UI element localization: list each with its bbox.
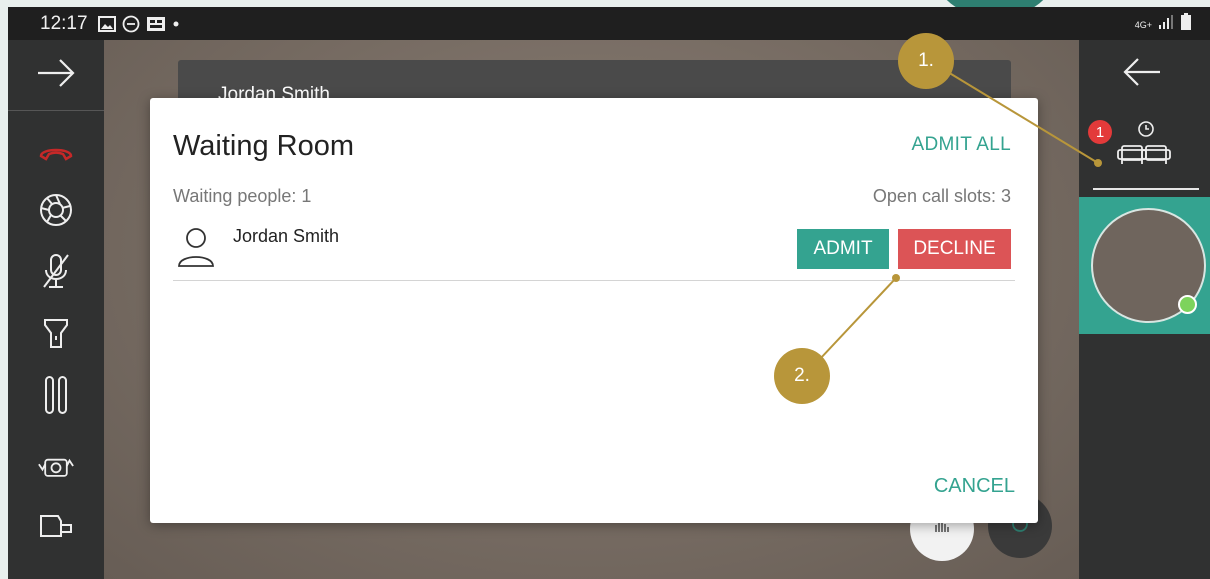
pause-icon[interactable] <box>38 376 74 414</box>
person-icon <box>177 226 215 273</box>
callout-1: 1. <box>898 33 954 89</box>
notification-icon <box>146 16 166 32</box>
mic-off-icon[interactable] <box>38 253 74 289</box>
self-view-tile[interactable] <box>1079 197 1210 334</box>
waiting-people-count: Waiting people: 1 <box>173 186 312 206</box>
dot-icon <box>172 20 180 28</box>
admit-all-button[interactable]: ADMIT ALL <box>912 134 1012 156</box>
battery-icon <box>1180 13 1192 37</box>
panel-divider <box>1093 188 1199 190</box>
device-screen: 12:17 4G+ Jordan Smith 1 Waiting Room AD… <box>8 7 1210 579</box>
shutter-icon[interactable] <box>38 192 74 228</box>
image-icon <box>97 15 116 32</box>
admit-button[interactable]: ADMIT <box>797 229 889 269</box>
status-bar: 12:17 4G+ <box>8 7 1210 40</box>
4g-icon: 4G+ <box>1134 19 1152 30</box>
video-camera-icon[interactable] <box>38 508 74 544</box>
waiting-person-row: Jordan Smith ADMIT DECLINE <box>173 218 1015 281</box>
left-toolbar <box>8 40 104 579</box>
open-call-slots: Open call slots: 3 <box>872 186 1011 206</box>
waiting-room-dialog: Waiting Room ADMIT ALL Waiting people: 1… <box>150 98 1038 523</box>
status-right: 4G+ <box>1135 13 1192 37</box>
switch-camera-icon[interactable] <box>38 448 74 484</box>
dialog-title: Waiting Room <box>173 130 355 162</box>
waiting-room-button[interactable]: 1 <box>1088 120 1188 184</box>
online-status-dot <box>1178 295 1197 314</box>
arrow-right-icon <box>36 58 76 93</box>
decline-button[interactable]: DECLINE <box>898 229 1011 269</box>
waiting-room-icon <box>1116 120 1172 175</box>
signal-icon <box>1158 14 1174 36</box>
right-panel: 1 <box>1079 40 1210 579</box>
collapse-toolbar-button[interactable] <box>8 40 104 111</box>
cancel-button[interactable]: CANCEL <box>934 475 1015 498</box>
hangup-icon[interactable] <box>38 136 74 172</box>
waiting-count-badge: 1 <box>1088 120 1112 144</box>
arrow-left-icon[interactable] <box>1122 57 1162 92</box>
person-name: Jordan Smith <box>233 226 340 246</box>
status-time: 12:17 <box>40 12 88 34</box>
do-not-disturb-icon <box>122 15 140 33</box>
flashlight-icon[interactable] <box>38 316 74 352</box>
callout-2: 2. <box>774 348 830 404</box>
